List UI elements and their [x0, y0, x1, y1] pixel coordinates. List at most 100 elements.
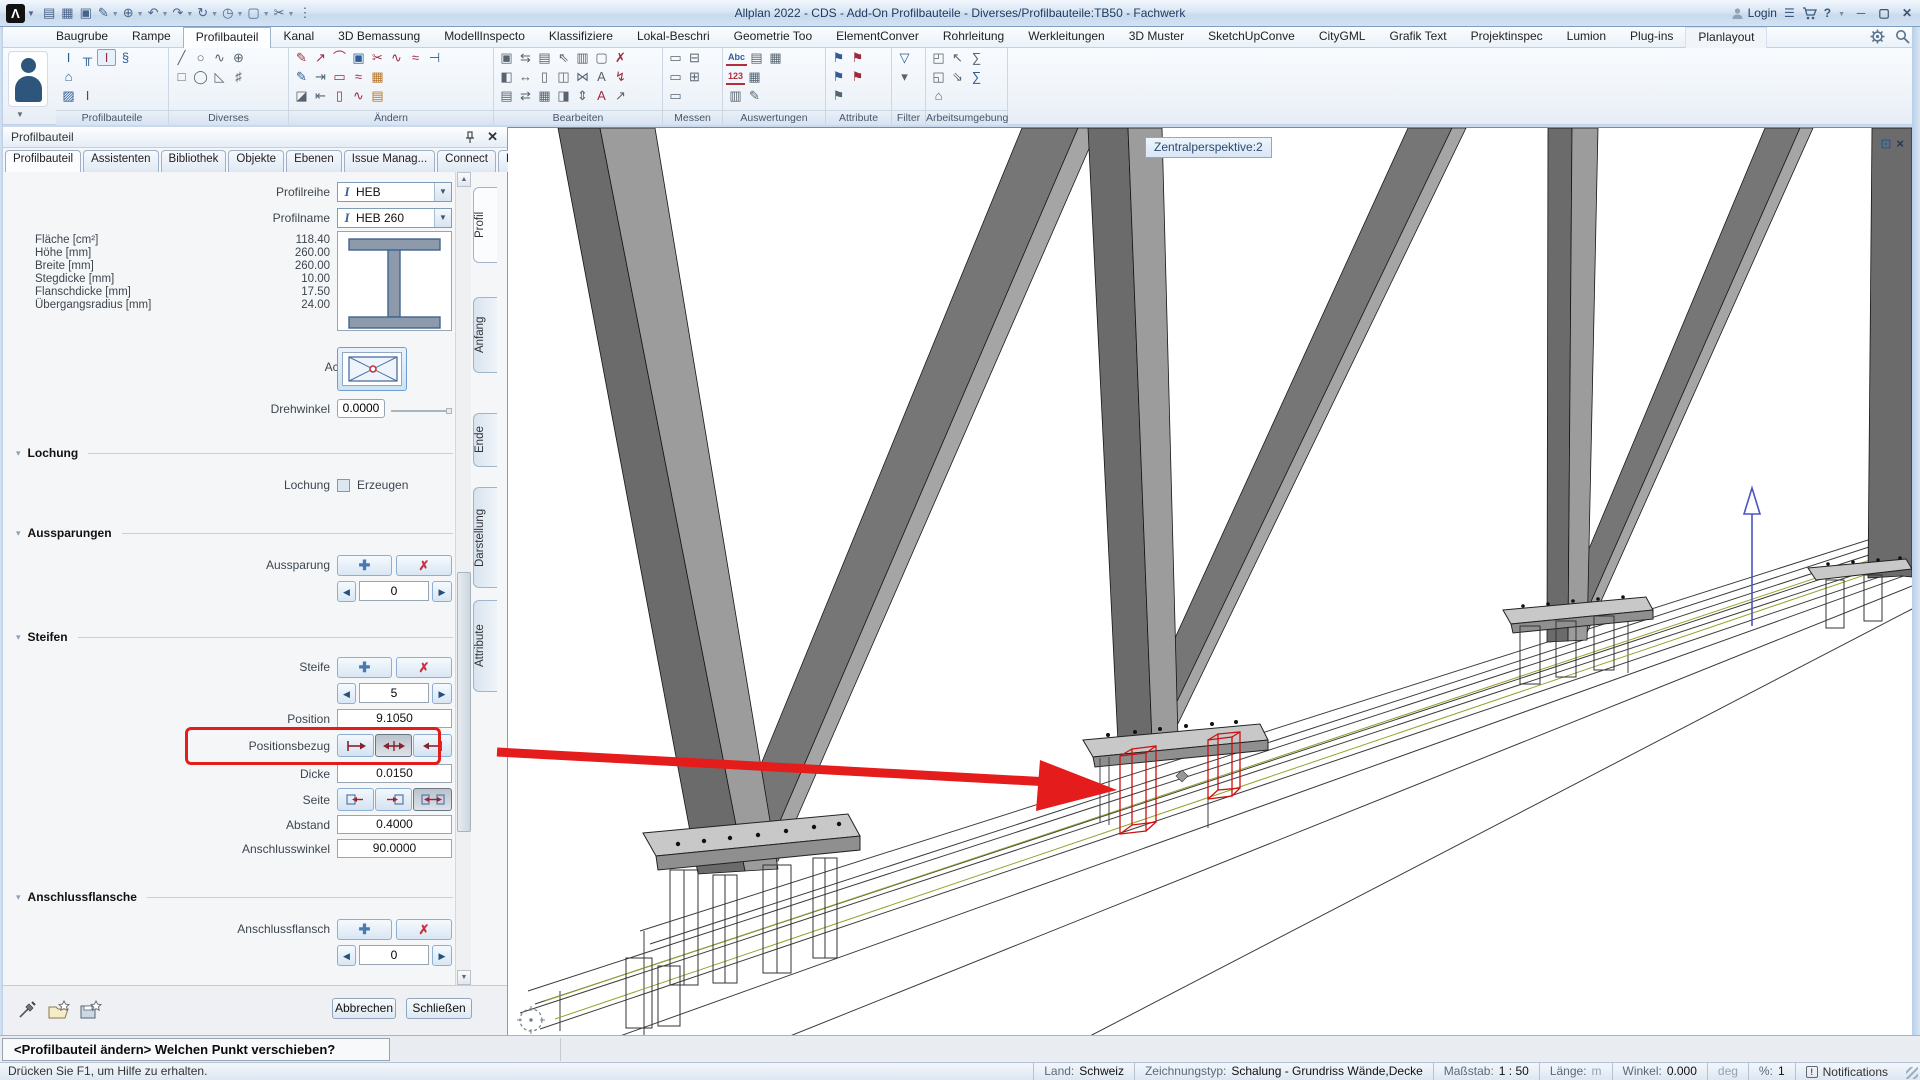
tab-kanal[interactable]: Kanal	[271, 27, 326, 48]
ribbon-icon[interactable]: ↖	[948, 49, 967, 67]
save-favorite-icon[interactable]	[79, 1000, 103, 1021]
side-tab-darstellung[interactable]: Darstellung	[473, 487, 497, 588]
next-button[interactable]: ▶	[432, 683, 452, 704]
tab-baugrube[interactable]: Baugrube	[44, 27, 120, 48]
tab-klassifiziere[interactable]: Klassifiziere	[537, 27, 625, 48]
ribbon-icon[interactable]: ▤	[497, 87, 516, 105]
anschlussflansch-count[interactable]: 0	[359, 945, 429, 965]
ribbon-icon[interactable]: ⊟	[685, 49, 704, 67]
anschlusswinkel-input[interactable]: 90.0000	[337, 839, 452, 858]
prev-button[interactable]: ◀	[337, 945, 356, 966]
ribbon-icon[interactable]: ✎	[292, 68, 311, 86]
status-segment[interactable]: deg	[1707, 1063, 1748, 1080]
tab-grafik-text[interactable]: Grafik Text	[1377, 27, 1458, 48]
cancel-button[interactable]: Abbrechen	[332, 998, 396, 1019]
ribbon-icon[interactable]: ▭	[666, 68, 685, 86]
side-tab-attribute[interactable]: Attribute	[473, 600, 497, 692]
ribbon-icon[interactable]: ⊞	[685, 68, 704, 86]
drehwinkel-input[interactable]: 0.0000	[337, 399, 385, 418]
ribbon-icon[interactable]: ◺	[210, 68, 229, 86]
eyedropper-icon[interactable]	[17, 1000, 37, 1020]
ribbon-icon[interactable]: ╥	[78, 49, 97, 67]
ribbon-icon[interactable]: ∑	[967, 49, 986, 67]
ribbon-icon[interactable]: ▾	[895, 68, 914, 86]
ribbon-icon[interactable]: ⌂	[929, 87, 948, 105]
ribbon-icon[interactable]: ⇘	[948, 68, 967, 86]
next-button[interactable]: ▶	[432, 581, 452, 602]
tab-3d-muster[interactable]: 3D Muster	[1117, 27, 1196, 48]
ribbon-icon[interactable]: ▤	[535, 49, 554, 67]
avatar-dropdown-icon[interactable]: ▼	[16, 110, 24, 119]
ribbon-icon[interactable]: ≈	[349, 68, 368, 86]
aussparung-count[interactable]: 0	[359, 581, 429, 601]
status-segment[interactable]: Winkel:0.000	[1612, 1063, 1707, 1080]
achslage-button[interactable]	[337, 347, 407, 391]
ribbon-icon[interactable]: ▽	[895, 49, 914, 67]
ribbon-icon[interactable]: 123	[726, 69, 745, 85]
delete-aussparung-button[interactable]: ✗	[396, 555, 452, 576]
tab-werkleitungen[interactable]: Werkleitungen	[1016, 27, 1117, 48]
seite-both-button[interactable]	[413, 788, 452, 811]
ribbon-icon[interactable]: ▨	[59, 87, 78, 105]
scroll-up-icon[interactable]: ▲	[457, 172, 471, 187]
pin-palette-icon[interactable]	[463, 130, 477, 144]
collapse-icon[interactable]: ▾	[16, 448, 21, 459]
resize-grip[interactable]	[1906, 1067, 1918, 1079]
ribbon-icon[interactable]: ↔	[516, 68, 535, 86]
positionsbezug-start-button[interactable]	[337, 734, 374, 757]
tab-projektinspec[interactable]: Projektinspec	[1459, 27, 1555, 48]
section-steifen[interactable]: ▾ Steifen	[3, 629, 463, 645]
ribbon-icon[interactable]: ⊣	[425, 49, 444, 67]
ribbon-icon[interactable]: ▤	[747, 49, 766, 67]
ribbon-icon[interactable]: ↯	[611, 68, 630, 86]
palette-tab-assistenten[interactable]: Assistenten	[83, 150, 158, 172]
ribbon-icon[interactable]: ⇄	[516, 87, 535, 105]
user-avatar-button[interactable]	[8, 51, 48, 107]
ribbon-icon[interactable]: ▯	[535, 68, 554, 86]
tab-citygml[interactable]: CityGML	[1307, 27, 1378, 48]
ribbon-icon[interactable]: ▭	[666, 49, 685, 67]
tab-planlayout[interactable]: Planlayout	[1685, 27, 1767, 48]
palette-tab-ebenen[interactable]: Ebenen	[286, 150, 342, 172]
ribbon-icon[interactable]: ⚑	[829, 68, 848, 86]
ribbon-icon[interactable]: ◧	[497, 68, 516, 86]
ribbon-icon[interactable]: §	[116, 49, 135, 67]
palette-tab-bibliothek[interactable]: Bibliothek	[161, 150, 227, 172]
close-button[interactable]: ✕	[1899, 6, 1915, 20]
viewport-restore-icon[interactable]: ⊡	[1881, 136, 1892, 152]
ribbon-icon[interactable]: ∿	[387, 49, 406, 67]
positionsbezug-center-button[interactable]	[375, 734, 412, 757]
ribbon-icon[interactable]: ⚑	[848, 68, 867, 86]
ribbon-icon[interactable]: ≈	[406, 49, 425, 67]
status-segment[interactable]: Zeichnungstyp:Schalung - Grundriss Wände…	[1134, 1063, 1433, 1080]
tab-plug-ins[interactable]: Plug-ins	[1618, 27, 1685, 48]
abstand-input[interactable]: 0.4000	[337, 815, 452, 834]
status-segment[interactable]: Länge:m	[1539, 1063, 1612, 1080]
notifications-button[interactable]: !Notifications	[1795, 1063, 1898, 1080]
ribbon-icon[interactable]: ▥	[573, 49, 592, 67]
minimize-button[interactable]: ─	[1853, 6, 1869, 20]
search-icon[interactable]	[1895, 29, 1910, 44]
add-anschlussflansch-button[interactable]: ✚	[337, 919, 392, 940]
panel-icon[interactable]: ☰	[1784, 6, 1795, 20]
ribbon-icon[interactable]: ⋈	[573, 68, 592, 86]
ribbon-icon[interactable]: ∑	[967, 68, 986, 86]
side-tab-ende[interactable]: Ende	[473, 413, 497, 467]
tab-profilbauteil[interactable]: Profilbauteil	[183, 27, 272, 48]
ribbon-icon[interactable]: ▦	[745, 68, 764, 86]
tab-modellinspecto[interactable]: ModellInspecto	[432, 27, 537, 48]
ribbon-icon[interactable]: ↗	[311, 49, 330, 67]
status-segment[interactable]: %:1	[1748, 1063, 1795, 1080]
collapse-icon[interactable]: ▾	[16, 528, 21, 539]
next-button[interactable]: ▶	[432, 945, 452, 966]
ribbon-icon[interactable]: □	[172, 68, 191, 86]
ribbon-icon[interactable]: ▦	[535, 87, 554, 105]
prev-button[interactable]: ◀	[337, 581, 356, 602]
ribbon-icon[interactable]: ✎	[745, 87, 764, 105]
ribbon-icon[interactable]: ▦	[766, 49, 785, 67]
profilreihe-dropdown[interactable]: I HEB ▼	[337, 182, 452, 202]
ribbon-icon[interactable]: ⇤	[311, 87, 330, 105]
ribbon-icon[interactable]: ↗	[611, 87, 630, 105]
ribbon-icon[interactable]: ◨	[554, 87, 573, 105]
chevron-down-icon[interactable]: ▼	[434, 183, 451, 201]
